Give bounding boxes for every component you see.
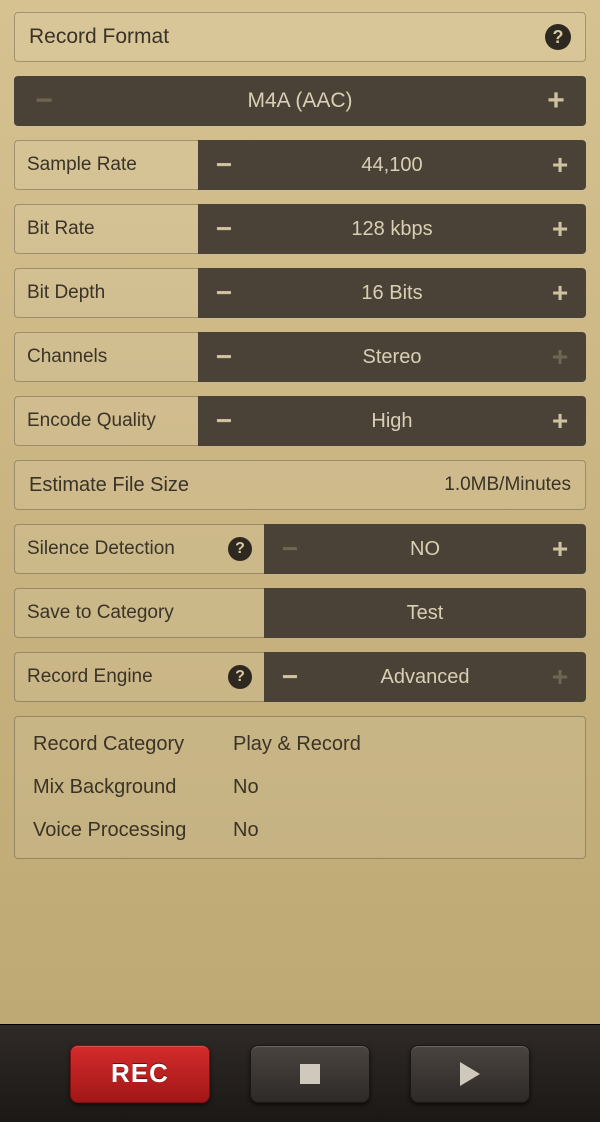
label-text: Record Engine — [27, 666, 153, 688]
label-text: Save to Category — [27, 602, 174, 624]
bit-depth-row: Bit Depth − 16 Bits + — [14, 268, 586, 318]
bit-depth-value: 16 Bits — [250, 268, 534, 318]
plus-icon[interactable]: + — [534, 140, 586, 190]
silence-detection-value: NO — [316, 524, 534, 574]
record-button[interactable]: REC — [70, 1045, 210, 1103]
bit-rate-row: Bit Rate − 128 kbps + — [14, 204, 586, 254]
play-button[interactable] — [410, 1045, 530, 1103]
minus-icon[interactable]: − — [198, 140, 250, 190]
play-icon — [460, 1062, 480, 1086]
silence-detection-row: Silence Detection ? − NO + — [14, 524, 586, 574]
save-to-category-value[interactable]: Test — [264, 588, 586, 638]
sample-rate-stepper[interactable]: − 44,100 + — [198, 140, 586, 190]
bit-rate-value: 128 kbps — [250, 204, 534, 254]
minus-icon[interactable]: − — [198, 332, 250, 382]
summary-key: Mix Background — [33, 776, 233, 799]
channels-stepper[interactable]: − Stereo + — [198, 332, 586, 382]
minus-icon[interactable]: − — [198, 396, 250, 446]
bit-rate-stepper[interactable]: − 128 kbps + — [198, 204, 586, 254]
minus-icon[interactable]: − — [198, 204, 250, 254]
plus-icon: + — [534, 652, 586, 702]
plus-icon[interactable]: + — [534, 524, 586, 574]
label-text: Bit Depth — [27, 282, 105, 304]
record-engine-row: Record Engine ? − Advanced + — [14, 652, 586, 702]
record-format-header: Record Format ? — [14, 12, 586, 62]
plus-icon: + — [534, 332, 586, 382]
label-text: Bit Rate — [27, 218, 95, 240]
plus-icon[interactable]: + — [534, 204, 586, 254]
stop-button[interactable] — [250, 1045, 370, 1103]
estimate-file-size-row: Estimate File Size 1.0MB/Minutes — [14, 460, 586, 510]
bit-depth-label: Bit Depth — [14, 268, 198, 318]
minus-icon[interactable]: − — [264, 652, 316, 702]
help-icon[interactable]: ? — [545, 24, 571, 50]
channels-value: Stereo — [250, 332, 534, 382]
encode-quality-value: High — [250, 396, 534, 446]
value-text: Test — [407, 602, 444, 625]
save-to-category-row: Save to Category Test — [14, 588, 586, 638]
sample-rate-value: 44,100 — [250, 140, 534, 190]
minus-icon: − — [14, 76, 74, 126]
encode-quality-row: Encode Quality − High + — [14, 396, 586, 446]
toolbar: REC — [0, 1024, 600, 1122]
save-to-category-label: Save to Category — [14, 588, 264, 638]
encode-quality-label: Encode Quality — [14, 396, 198, 446]
stop-icon — [300, 1064, 320, 1084]
plus-icon[interactable]: + — [534, 268, 586, 318]
record-engine-stepper[interactable]: − Advanced + — [264, 652, 586, 702]
label-text: Sample Rate — [27, 154, 137, 176]
summary-mix-background: Mix Background No — [33, 776, 567, 799]
summary-key: Voice Processing — [33, 819, 233, 842]
plus-icon[interactable]: + — [534, 396, 586, 446]
help-icon[interactable]: ? — [228, 537, 252, 561]
record-format-title: Record Format — [29, 25, 169, 49]
sample-rate-label: Sample Rate — [14, 140, 198, 190]
summary-key: Record Category — [33, 733, 233, 756]
bit-depth-stepper[interactable]: − 16 Bits + — [198, 268, 586, 318]
summary-value: No — [233, 776, 567, 799]
help-icon[interactable]: ? — [228, 665, 252, 689]
summary-value: No — [233, 819, 567, 842]
channels-label: Channels — [14, 332, 198, 382]
bit-rate-label: Bit Rate — [14, 204, 198, 254]
summary-voice-processing: Voice Processing No — [33, 819, 567, 842]
record-button-label: REC — [111, 1058, 169, 1089]
estimate-value: 1.0MB/Minutes — [444, 474, 571, 496]
estimate-label: Estimate File Size — [29, 474, 189, 497]
record-format-stepper[interactable]: − M4A (AAC) + — [14, 76, 586, 126]
plus-icon[interactable]: + — [526, 76, 586, 126]
silence-detection-stepper[interactable]: − NO + — [264, 524, 586, 574]
sample-rate-row: Sample Rate − 44,100 + — [14, 140, 586, 190]
label-text: Silence Detection — [27, 538, 175, 560]
record-engine-value: Advanced — [316, 652, 534, 702]
summary-box: Record Category Play & Record Mix Backgr… — [14, 716, 586, 859]
record-engine-label: Record Engine ? — [14, 652, 264, 702]
summary-record-category: Record Category Play & Record — [33, 733, 567, 756]
summary-value: Play & Record — [233, 733, 567, 756]
minus-icon[interactable]: − — [198, 268, 250, 318]
encode-quality-stepper[interactable]: − High + — [198, 396, 586, 446]
label-text: Channels — [27, 346, 107, 368]
channels-row: Channels − Stereo + — [14, 332, 586, 382]
minus-icon: − — [264, 524, 316, 574]
silence-detection-label: Silence Detection ? — [14, 524, 264, 574]
label-text: Encode Quality — [27, 410, 156, 432]
record-format-value: M4A (AAC) — [74, 76, 526, 126]
